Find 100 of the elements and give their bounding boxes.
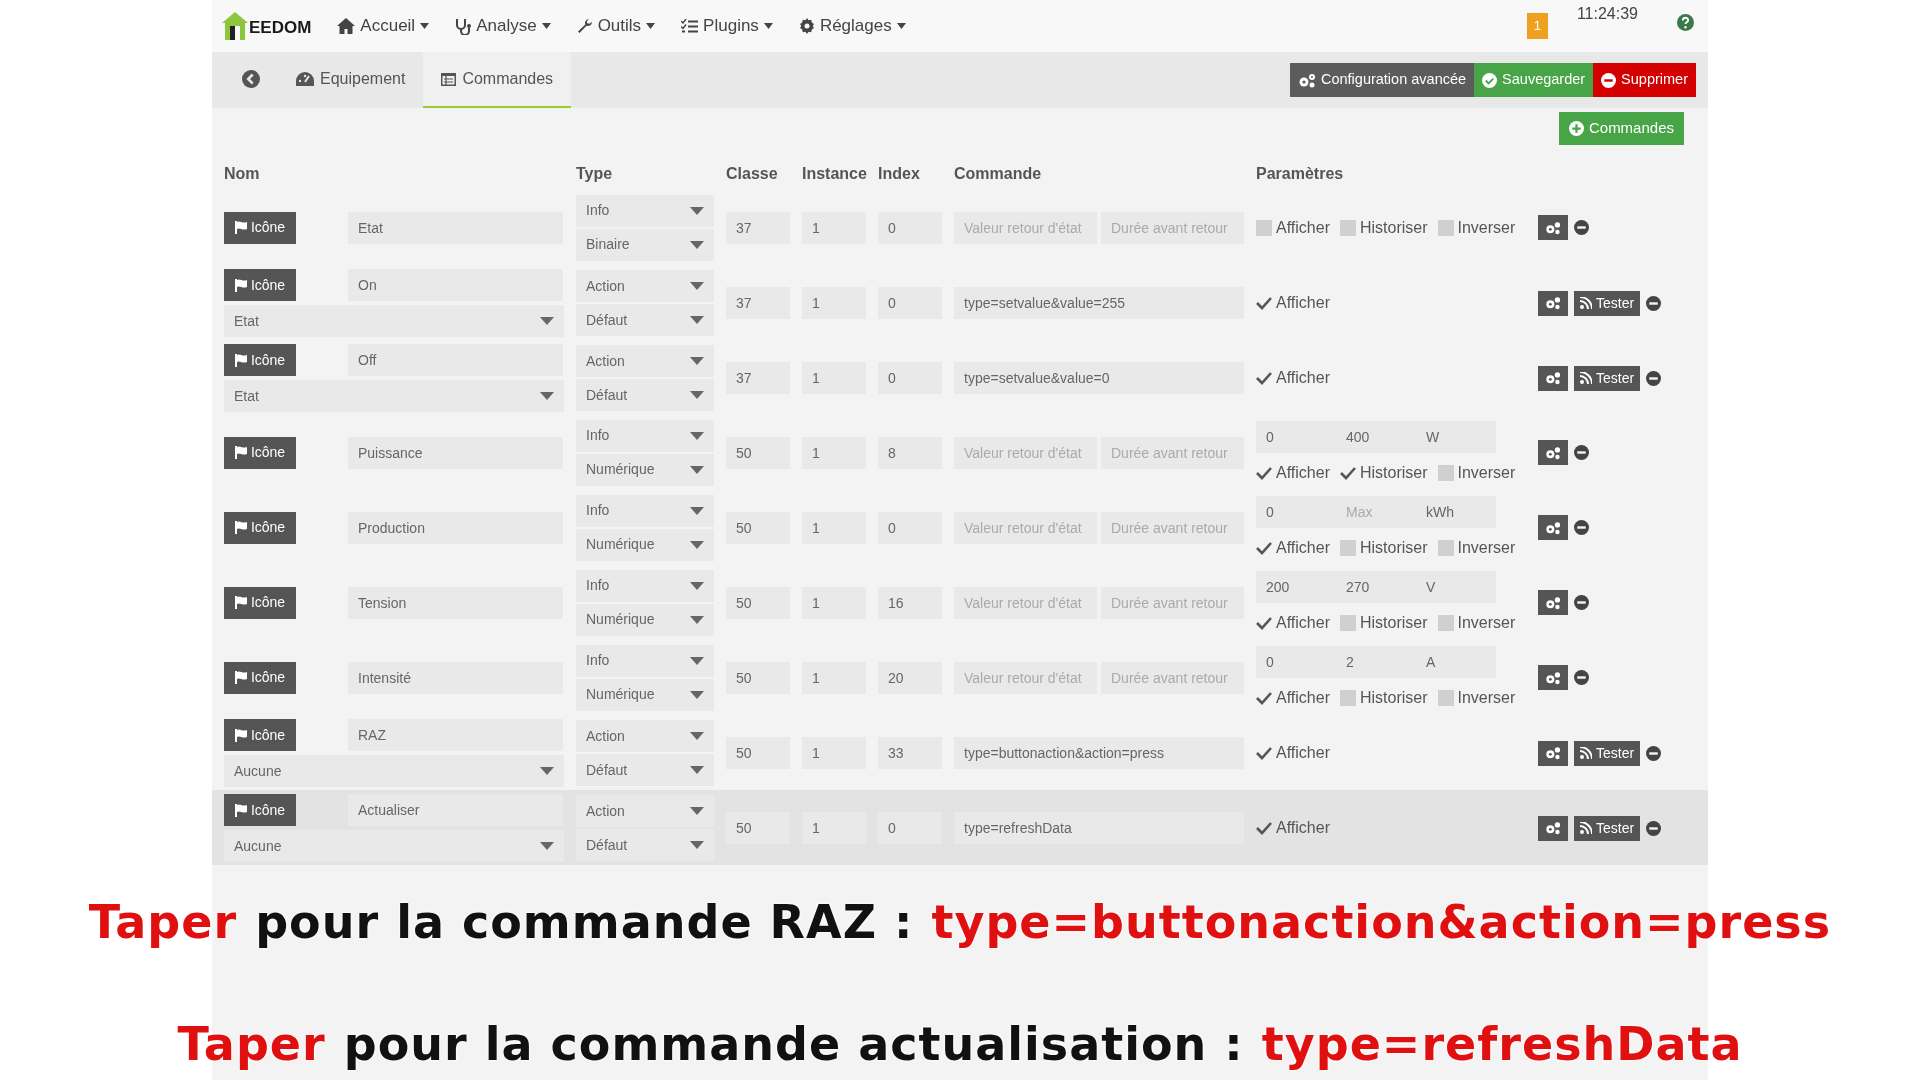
checkbox[interactable] <box>1256 745 1272 761</box>
number-field[interactable]: 16 <box>878 586 942 619</box>
select-field[interactable]: Info <box>576 644 714 677</box>
settings-button[interactable] <box>1538 440 1568 465</box>
number-field[interactable]: 1 <box>802 211 866 244</box>
select-field[interactable]: Info <box>576 419 714 452</box>
command-field[interactable]: Valeur retour d'état <box>954 436 1097 469</box>
icon-button[interactable]: Icône <box>224 211 296 244</box>
icon-button[interactable]: Icône <box>224 269 296 301</box>
select-field[interactable]: Numérique <box>576 603 714 636</box>
name-field[interactable]: RAZ <box>348 719 563 751</box>
number-field[interactable]: 1 <box>802 511 866 544</box>
name-field[interactable]: Etat <box>348 211 563 244</box>
settings-button[interactable] <box>1538 740 1568 766</box>
checkbox[interactable] <box>1437 689 1454 706</box>
number-field[interactable]: 50 <box>726 812 790 844</box>
selected-row[interactable]: Icône Actualiser Aucune Action Défaut 50 1 0 type=refreshData Afficher Tester <box>212 790 1708 865</box>
checkbox[interactable] <box>1339 219 1356 236</box>
name-field[interactable]: On <box>348 269 563 301</box>
select-field[interactable]: Binaire <box>576 228 714 261</box>
command-field[interactable]: type=buttonaction&action=press <box>954 737 1244 769</box>
select-field[interactable]: Défaut <box>576 829 714 861</box>
number-field[interactable]: 20 <box>878 661 942 694</box>
select-field[interactable]: Numérique <box>576 528 714 561</box>
test-button[interactable]: Tester <box>1574 365 1641 391</box>
name-field[interactable]: Off <box>348 344 563 376</box>
settings-button[interactable] <box>1538 290 1568 316</box>
number-field[interactable]: 1 <box>802 737 866 769</box>
settings-button[interactable] <box>1538 515 1568 540</box>
select-field[interactable]: Défaut <box>576 754 714 786</box>
checkbox[interactable] <box>1256 219 1272 236</box>
number-field[interactable]: 0 <box>878 287 942 319</box>
range-field[interactable]: W <box>1416 420 1496 453</box>
select-field[interactable]: Action <box>576 795 714 827</box>
number-field[interactable]: 37 <box>726 287 790 319</box>
command-field[interactable]: type=setvalue&value=255 <box>954 287 1244 319</box>
command-field[interactable]: Durée avant retour <box>1101 586 1244 619</box>
command-field[interactable]: Durée avant retour <box>1101 661 1244 694</box>
number-field[interactable]: 1 <box>802 586 866 619</box>
number-field[interactable]: 37 <box>726 362 790 394</box>
range-field[interactable]: 400 <box>1336 420 1416 453</box>
checkbox[interactable] <box>1437 614 1454 631</box>
delete-button[interactable]: Supprimer <box>1593 63 1696 97</box>
select-field[interactable]: Etat <box>224 380 564 412</box>
icon-button[interactable]: Icône <box>224 586 296 619</box>
nav-menu[interactable]: Plugins <box>681 13 773 39</box>
select-field[interactable]: Action <box>576 720 714 752</box>
nav-menu[interactable]: Analyse <box>455 13 551 39</box>
config-button[interactable]: Configuration avancée <box>1289 63 1475 97</box>
icon-button[interactable]: Icône <box>224 794 296 826</box>
number-field[interactable]: 50 <box>726 511 790 544</box>
range-field[interactable]: 0 <box>1256 645 1336 678</box>
add-command-button[interactable]: Commandes <box>1558 112 1684 145</box>
select-field[interactable]: Aucune <box>224 830 564 862</box>
number-field[interactable]: 8 <box>878 436 942 469</box>
checkbox[interactable] <box>1339 689 1356 706</box>
test-button[interactable]: Tester <box>1574 815 1641 841</box>
settings-button[interactable] <box>1538 215 1568 240</box>
command-field[interactable]: Valeur retour d'état <box>954 661 1097 694</box>
number-field[interactable]: 1 <box>802 812 866 844</box>
range-field[interactable]: Max <box>1336 495 1416 528</box>
range-field[interactable]: 0 <box>1256 495 1336 528</box>
command-field[interactable]: Valeur retour d'état <box>954 211 1097 244</box>
command-field[interactable]: type=setvalue&value=0 <box>954 362 1244 394</box>
icon-button[interactable]: Icône <box>224 511 296 544</box>
select-field[interactable]: Etat <box>224 305 564 337</box>
command-field[interactable]: type=refreshData <box>954 812 1244 844</box>
number-field[interactable]: 50 <box>726 586 790 619</box>
number-field[interactable]: 0 <box>878 211 942 244</box>
range-field[interactable]: 2 <box>1336 645 1416 678</box>
number-field[interactable]: 1 <box>802 362 866 394</box>
select-field[interactable]: Action <box>576 270 714 302</box>
number-field[interactable]: 1 <box>802 436 866 469</box>
number-field[interactable]: 33 <box>878 737 942 769</box>
name-field[interactable]: Tension <box>348 586 563 619</box>
command-field[interactable]: Valeur retour d'état <box>954 586 1097 619</box>
number-field[interactable]: 1 <box>802 661 866 694</box>
command-field[interactable]: Valeur retour d'état <box>954 511 1097 544</box>
checkbox[interactable] <box>1339 539 1356 556</box>
command-field[interactable]: Durée avant retour <box>1101 211 1244 244</box>
tab[interactable]: Equipement <box>278 52 424 108</box>
nav-menu[interactable]: Réglages <box>798 13 906 39</box>
select-field[interactable]: Aucune <box>224 755 564 787</box>
icon-button[interactable]: Icône <box>224 661 296 694</box>
icon-button[interactable]: Icône <box>224 436 296 469</box>
number-field[interactable]: 50 <box>726 436 790 469</box>
number-field[interactable]: 0 <box>878 812 942 844</box>
icon-button[interactable]: Icône <box>224 719 296 751</box>
settings-button[interactable] <box>1538 365 1568 391</box>
select-field[interactable]: Numérique <box>576 453 714 486</box>
range-field[interactable]: kWh <box>1416 495 1496 528</box>
command-field[interactable]: Durée avant retour <box>1101 436 1244 469</box>
settings-button[interactable] <box>1538 590 1568 615</box>
number-field[interactable]: 37 <box>726 211 790 244</box>
select-field[interactable]: Info <box>576 494 714 527</box>
name-field[interactable]: Actualiser <box>348 794 563 826</box>
range-field[interactable]: 0 <box>1256 420 1336 453</box>
number-field[interactable]: 0 <box>878 362 942 394</box>
number-field[interactable]: 50 <box>726 737 790 769</box>
checkbox[interactable] <box>1437 219 1454 236</box>
